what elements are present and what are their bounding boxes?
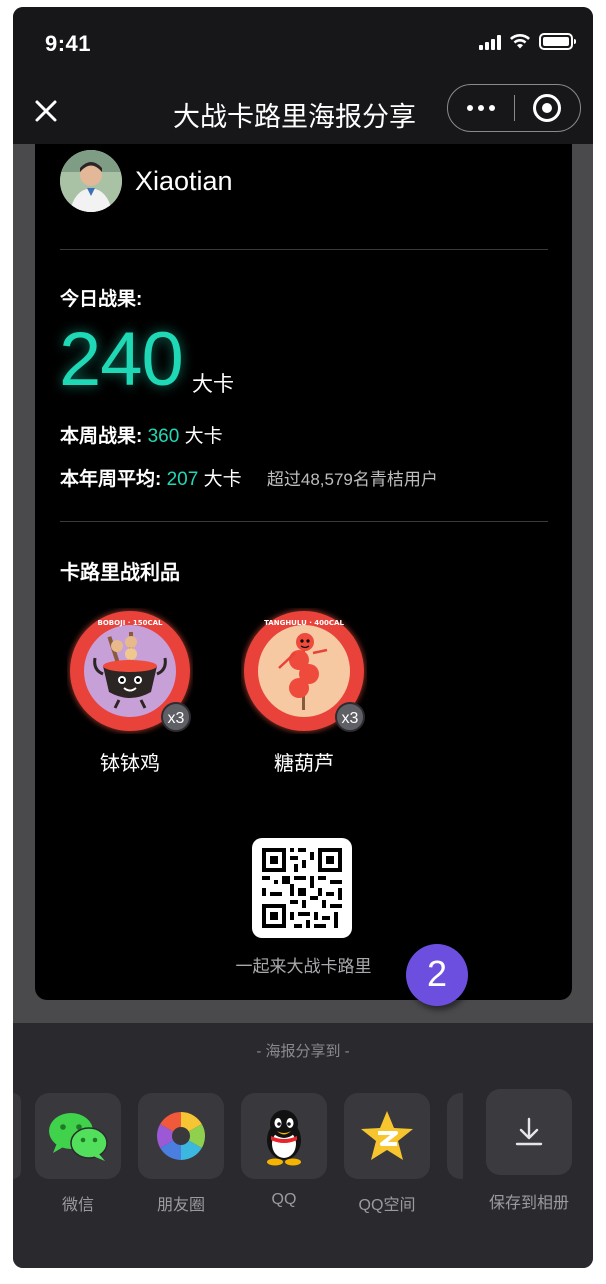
week-label: 本周战果: bbox=[60, 426, 143, 447]
wifi-icon bbox=[510, 33, 530, 49]
qq-icon bbox=[267, 1110, 301, 1166]
week-value: 360 bbox=[147, 426, 180, 447]
divider bbox=[60, 249, 548, 250]
moments-icon bbox=[156, 1112, 206, 1160]
status-bar: 9:41 bbox=[13, 7, 593, 82]
share-qzone-label: QQ空间 bbox=[358, 1197, 416, 1214]
tanghulu-count-badge: x3 bbox=[335, 702, 365, 732]
week-stat-row: 本周战果: 360 大卡 bbox=[60, 421, 223, 448]
today-label: 今日战果: bbox=[60, 289, 143, 310]
svg-text:TANGHULU · 400CAL: TANGHULU · 400CAL bbox=[264, 619, 344, 627]
share-wechat-button[interactable] bbox=[35, 1093, 121, 1179]
tanghulu-name: 糖葫芦 bbox=[274, 753, 334, 775]
share-qzone-button[interactable] bbox=[344, 1093, 430, 1179]
phone-screen: 9:41 大战卡路里海报分享 Xiaotian 今日战果: 240 大卡 本周战… bbox=[13, 7, 593, 1268]
share-qq-label: QQ bbox=[271, 1191, 297, 1208]
share-qq-button[interactable] bbox=[241, 1093, 327, 1179]
user-name: Xiaotian bbox=[135, 166, 233, 196]
svg-text:BOBOJI · 150CAL: BOBOJI · 150CAL bbox=[98, 619, 163, 627]
status-time: 9:41 bbox=[45, 31, 92, 56]
year-rank-note: 超过48,579名青桔用户 bbox=[266, 470, 438, 489]
download-icon bbox=[515, 1117, 543, 1146]
nav-bar: 大战卡路里海报分享 bbox=[13, 82, 593, 144]
close-icon bbox=[35, 100, 57, 122]
more-button[interactable] bbox=[448, 85, 514, 131]
boboji-badge: BOBOJI · 150CAL x3 bbox=[67, 608, 193, 734]
save-to-album-label: 保存到相册 bbox=[488, 1195, 569, 1212]
week-unit: 大卡 bbox=[184, 426, 223, 447]
wechat-icon bbox=[49, 1113, 108, 1161]
year-unit: 大卡 bbox=[203, 469, 242, 490]
today-calories-unit: 大卡 bbox=[192, 373, 234, 396]
avatar bbox=[60, 150, 122, 212]
share-title: - 海报分享到 - bbox=[256, 1043, 350, 1060]
share-moments-label: 朋友圈 bbox=[156, 1197, 205, 1214]
share-moments-button[interactable] bbox=[138, 1093, 224, 1179]
mini-program-capsule bbox=[447, 84, 581, 132]
year-value: 207 bbox=[166, 469, 199, 490]
close-button[interactable] bbox=[31, 96, 61, 126]
qr-code-icon bbox=[262, 848, 342, 928]
today-calories-value: 240 bbox=[59, 317, 184, 402]
qzone-icon bbox=[361, 1111, 413, 1160]
share-scroll-edge bbox=[13, 1093, 21, 1179]
trophies-title: 卡路里战利品 bbox=[60, 562, 180, 584]
save-to-album-button[interactable] bbox=[486, 1089, 572, 1175]
qr-code bbox=[252, 838, 352, 938]
status-icons bbox=[479, 33, 576, 50]
nav-title: 大战卡路里海报分享 bbox=[173, 102, 416, 132]
boboji-count-badge: x3 bbox=[161, 702, 191, 732]
tanghulu-badge: TANGHULU · 400CAL x3 bbox=[241, 608, 367, 734]
signal-icon bbox=[479, 34, 501, 50]
year-stat-row: 本年周平均: 207 大卡 超过48,579名青桔用户 bbox=[60, 464, 438, 491]
divider bbox=[60, 521, 548, 522]
share-next-item-peek bbox=[447, 1093, 463, 1179]
year-label: 本年周平均: bbox=[60, 469, 162, 490]
qr-caption: 一起来大战卡路里 bbox=[235, 957, 372, 976]
target-icon bbox=[533, 94, 562, 122]
poster-card: Xiaotian 今日战果: 240 大卡 本周战果: 360 大卡 本年周平均… bbox=[35, 144, 572, 1006]
exit-mini-program-button[interactable] bbox=[515, 85, 581, 131]
share-sheet: - 海报分享到 - 微信 朋友圈 QQ QQ空间 保存到相册 bbox=[13, 1023, 593, 1268]
share-wechat-label: 微信 bbox=[61, 1197, 94, 1214]
battery-icon bbox=[539, 33, 576, 50]
boboji-name: 钵钵鸡 bbox=[100, 753, 160, 775]
